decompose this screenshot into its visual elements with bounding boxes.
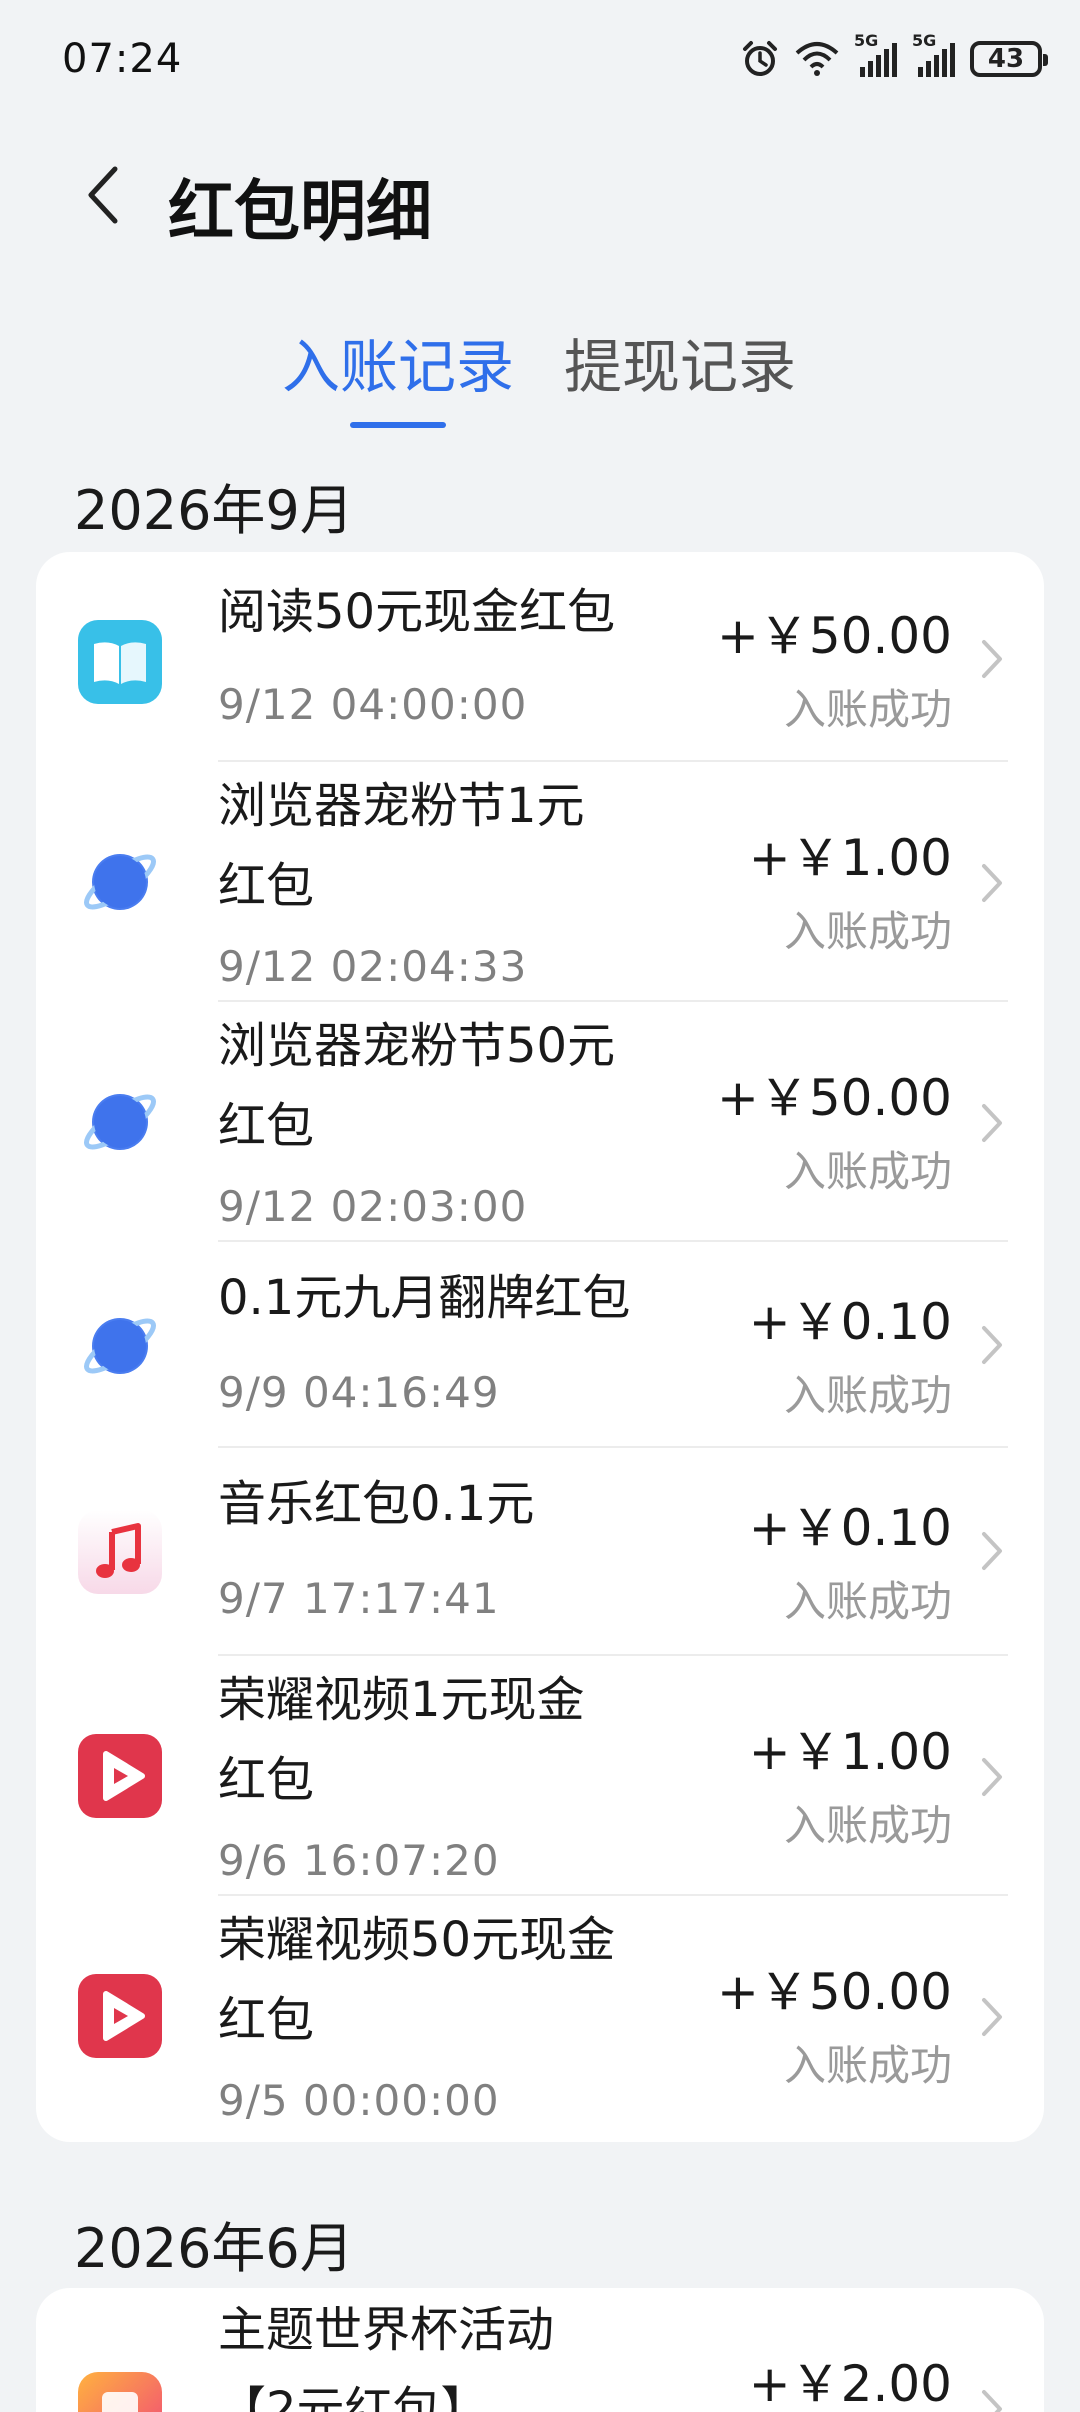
- chevron-right-icon: [976, 1320, 1006, 1370]
- chevron-right-icon: [976, 1992, 1006, 2042]
- status-bar: 07:24 5G 5G 43: [0, 0, 1080, 120]
- record-title-line2: 【2元红包】: [218, 2382, 489, 2412]
- record-status: 入账成功: [783, 2041, 952, 2090]
- record-amount: +￥50.00: [716, 1963, 952, 2021]
- record-row[interactable]: 音乐红包0.1元 9/7 17:17:41 +￥0.10 入账成功: [36, 1448, 1044, 1656]
- record-status: 入账成功: [783, 907, 952, 956]
- record-time: 9/9 04:16:49: [218, 1368, 500, 1417]
- record-row[interactable]: 0.1元九月翻牌红包 9/9 04:16:49 +￥0.10 入账成功: [36, 1242, 1044, 1448]
- record-title-line1: 荣耀视频50元现金: [218, 1912, 616, 1968]
- record-time: 9/7 17:17:41: [218, 1574, 500, 1623]
- record-time: 9/12 02:03:00: [218, 1182, 528, 1231]
- back-button[interactable]: [68, 162, 138, 232]
- record-amount: +￥0.10: [748, 1499, 952, 1557]
- active-tab-indicator: [350, 422, 446, 428]
- record-title: 阅读50元现金红包: [218, 584, 616, 640]
- record-title-line2: 红包: [218, 1992, 315, 2048]
- chevron-left-icon: [83, 163, 123, 231]
- record-title: 0.1元九月翻牌红包: [218, 1270, 631, 1326]
- record-status: 入账成功: [783, 1147, 952, 1196]
- chevron-right-icon: [976, 1526, 1006, 1576]
- browser-planet-icon: [76, 838, 164, 926]
- section-title-2026-09: 2026年9月: [74, 479, 354, 542]
- record-amount: +￥2.00: [748, 2355, 952, 2412]
- record-amount: +￥50.00: [716, 607, 952, 665]
- wifi-icon: [794, 39, 840, 79]
- battery-icon: 43: [970, 41, 1048, 77]
- record-title-line2: 红包: [218, 1752, 315, 1808]
- record-title-line2: 红包: [218, 1098, 315, 1154]
- alarm-icon: [740, 39, 780, 79]
- records-card-2026-06: 主题世界杯活动 【2元红包】 +￥2.00: [36, 2288, 1044, 2412]
- record-status: 入账成功: [783, 685, 952, 734]
- record-row[interactable]: 浏览器宠粉节1元 红包 9/12 02:04:33 +￥1.00 入账成功: [36, 762, 1044, 1002]
- record-amount: +￥1.00: [748, 1723, 952, 1781]
- record-time: 9/6 16:07:20: [218, 1836, 500, 1885]
- chevron-right-icon: [976, 2384, 1006, 2412]
- video-play-icon: [76, 1732, 164, 1820]
- red-packet-details-page: 07:24 5G 5G 43 红包明细 入账记录 提现记录 2026年9月 阅读…: [0, 0, 1080, 2412]
- record-status: 入账成功: [783, 1577, 952, 1626]
- record-title-line1: 主题世界杯活动: [218, 2302, 555, 2358]
- theme-icon: [76, 2370, 164, 2412]
- record-time: 9/5 00:00:00: [218, 2076, 500, 2125]
- record-title: 音乐红包0.1元: [218, 1476, 535, 1532]
- record-row[interactable]: 浏览器宠粉节50元 红包 9/12 02:03:00 +￥50.00 入账成功: [36, 1002, 1044, 1242]
- chevron-right-icon: [976, 1752, 1006, 1802]
- chevron-right-icon: [976, 1098, 1006, 1148]
- tab-income-records[interactable]: 入账记录: [282, 320, 514, 404]
- page-title: 红包明细: [168, 173, 432, 250]
- video-play-icon: [76, 1972, 164, 2060]
- tab-withdrawal-records[interactable]: 提现记录: [564, 320, 796, 404]
- cellular-signal-1-icon: 5G: [854, 31, 898, 79]
- chevron-right-icon: [976, 858, 1006, 908]
- record-title-line1: 浏览器宠粉节1元: [218, 778, 585, 834]
- cellular-signal-2-icon: 5G: [912, 31, 956, 79]
- record-row[interactable]: 荣耀视频1元现金 红包 9/6 16:07:20 +￥1.00 入账成功: [36, 1656, 1044, 1896]
- header: 红包明细: [0, 140, 1080, 250]
- record-amount: +￥0.10: [748, 1293, 952, 1351]
- record-amount: +￥50.00: [716, 1069, 952, 1127]
- record-title-line2: 红包: [218, 858, 315, 914]
- record-title-line1: 浏览器宠粉节50元: [218, 1018, 616, 1074]
- section-title-2026-06: 2026年6月: [74, 2217, 354, 2280]
- browser-planet-icon: [76, 1302, 164, 1390]
- record-time: 9/12 02:04:33: [218, 942, 528, 991]
- book-reader-icon: [76, 618, 164, 706]
- record-status: 入账成功: [783, 1801, 952, 1850]
- tab-bar: 入账记录 提现记录: [0, 310, 1080, 440]
- status-time: 07:24: [62, 36, 183, 82]
- status-icons: 5G 5G 43: [740, 31, 1048, 84]
- record-row[interactable]: 主题世界杯活动 【2元红包】 +￥2.00: [36, 2288, 1044, 2412]
- record-time: 9/12 04:00:00: [218, 680, 528, 729]
- record-row[interactable]: 阅读50元现金红包 9/12 04:00:00 +￥50.00 入账成功: [36, 552, 1044, 762]
- record-title-line1: 荣耀视频1元现金: [218, 1672, 585, 1728]
- record-amount: +￥1.00: [748, 829, 952, 887]
- browser-planet-icon: [76, 1078, 164, 1166]
- chevron-right-icon: [976, 634, 1006, 684]
- record-row[interactable]: 荣耀视频50元现金 红包 9/5 00:00:00 +￥50.00 入账成功: [36, 1896, 1044, 2142]
- records-card-2026-09: 阅读50元现金红包 9/12 04:00:00 +￥50.00 入账成功 浏览器…: [36, 552, 1044, 2142]
- record-status: 入账成功: [783, 1371, 952, 1420]
- music-note-icon: [76, 1508, 164, 1596]
